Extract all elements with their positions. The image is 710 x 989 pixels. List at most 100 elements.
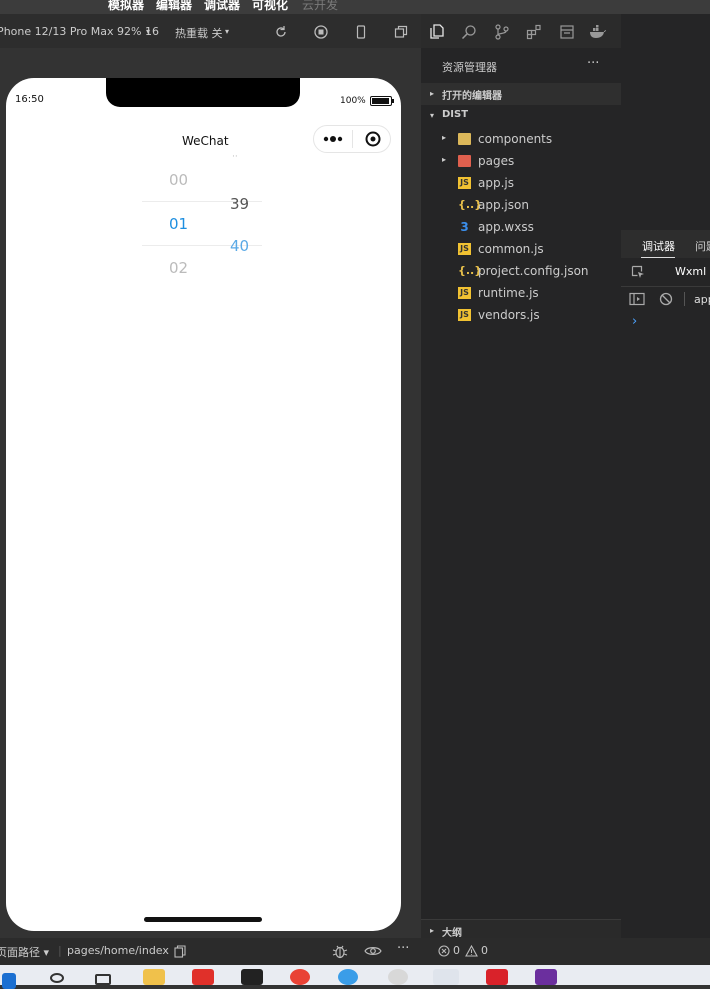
source-control-icon[interactable] — [494, 24, 510, 40]
tree-item-app-js[interactable]: JS app.js — [421, 172, 621, 194]
phone-icon[interactable] — [354, 25, 368, 39]
chevron-down-icon: ▾ — [430, 111, 435, 120]
stop-icon[interactable] — [314, 25, 328, 39]
picker-hour-item[interactable]: 00 — [169, 171, 188, 189]
detach-window-icon[interactable] — [394, 25, 408, 39]
app-gray-icon[interactable] — [388, 969, 408, 985]
menu-simulator[interactable]: 模拟器 — [108, 0, 144, 13]
explorer-title: 资源管理器 — [442, 61, 497, 74]
js-file-icon: JS — [458, 287, 471, 299]
tree-item-components[interactable]: ▸ components — [421, 128, 621, 150]
phone-notch — [106, 78, 300, 107]
browser-icon[interactable] — [338, 969, 358, 985]
file-explorer-icon[interactable] — [143, 969, 165, 985]
home-indicator — [144, 917, 262, 922]
devtools-separator — [684, 292, 685, 306]
tab-wxml[interactable]: Wxml — [675, 265, 706, 278]
status-divider: | — [58, 944, 62, 957]
chevron-down-icon: ▾ — [146, 27, 151, 36]
tree-item-pages[interactable]: ▸ pages — [421, 150, 621, 172]
picker-hour-item[interactable]: 02 — [169, 259, 188, 277]
page-path-label[interactable]: 页面路径 ▾ — [0, 944, 49, 960]
terminal-icon[interactable] — [241, 969, 263, 985]
task-view-icon[interactable] — [95, 974, 111, 985]
folder-icon — [458, 155, 471, 167]
error-icon[interactable] — [438, 945, 450, 957]
bug-icon[interactable] — [332, 944, 348, 959]
menu-editor[interactable]: 编辑器 — [156, 0, 192, 13]
app-red-icon[interactable] — [192, 969, 214, 985]
page-path-value: pages/home/index — [67, 944, 169, 957]
console-prompt[interactable]: › — [632, 314, 637, 329]
json-file-icon: {..} — [458, 198, 483, 211]
devtools-panel — [621, 14, 710, 938]
chevron-down-icon: ▾ — [225, 27, 230, 36]
error-count: 0 — [453, 944, 460, 957]
search-icon[interactable] — [461, 24, 477, 40]
js-file-icon: JS — [458, 177, 471, 189]
menu-capsule[interactable] — [313, 125, 391, 153]
simulator-toolbar: iPhone 12/13 Pro Max 92% 16 ▾ 热重载 关 ▾ — [0, 14, 421, 48]
files-icon[interactable] — [429, 24, 445, 40]
chrome-icon[interactable] — [290, 969, 310, 985]
picker-hour-selected[interactable]: 01 — [169, 215, 188, 233]
tree-item-app-json[interactable]: {..} app.json — [421, 194, 621, 216]
battery-icon — [370, 96, 392, 106]
tree-item-project-config[interactable]: {..} project.config.json — [421, 260, 621, 282]
css-file-icon: 3 — [460, 220, 469, 234]
extensions-icon[interactable] — [526, 24, 542, 40]
picker-minute-selected[interactable]: 40 — [230, 237, 249, 255]
phone-screen[interactable]: 16:50 100% WeChat ·· 00 39 01 40 02 — [6, 78, 401, 931]
refresh-icon[interactable] — [274, 25, 288, 39]
netease-music-icon[interactable] — [486, 969, 508, 985]
search-taskbar-icon[interactable] — [50, 973, 64, 983]
menu-bar: 模拟器 编辑器 调试器 可视化 云开发 — [0, 0, 710, 14]
nav-title: WeChat — [182, 134, 229, 148]
more-actions-icon[interactable]: ··· — [587, 56, 599, 71]
picker-minute-item[interactable]: 39 — [230, 195, 249, 213]
menu-visualize[interactable]: 可视化 — [252, 0, 288, 13]
hot-reload-toggle[interactable]: 热重载 关 — [175, 25, 223, 41]
more-icon[interactable]: ··· — [397, 941, 409, 956]
tree-item-runtime-js[interactable]: JS runtime.js — [421, 282, 621, 304]
phpstorm-icon[interactable] — [535, 969, 557, 985]
tree-item-app-wxss[interactable]: 3 app.wxss — [421, 216, 621, 238]
capsule-divider — [352, 130, 353, 148]
menu-debugger[interactable]: 调试器 — [204, 0, 240, 13]
inspect-element-icon[interactable] — [631, 265, 645, 279]
storage-icon[interactable] — [559, 24, 575, 40]
menu-cloud[interactable]: 云开发 — [302, 0, 338, 13]
sidebar-toggle-icon[interactable] — [629, 292, 645, 306]
section-dist[interactable]: ▾ DIST — [421, 105, 621, 127]
wechat-devtools-icon[interactable] — [433, 969, 459, 985]
chevron-right-icon: ▸ — [430, 926, 435, 935]
status-battery-text: 100% — [340, 96, 366, 106]
tab-debugger[interactable]: 调试器 — [642, 238, 675, 254]
console-context-select[interactable]: app — [694, 293, 710, 306]
picker-minute-partial: ·· — [232, 152, 238, 162]
json-file-icon: {..} — [458, 264, 483, 277]
devtools-tabbar: 调试器 问题 — [621, 230, 710, 258]
close-miniprogram-icon[interactable] — [365, 131, 381, 147]
docker-icon[interactable] — [589, 24, 607, 40]
js-file-icon: JS — [458, 243, 471, 255]
os-taskbar — [0, 965, 710, 989]
preview-eye-icon[interactable] — [364, 945, 382, 957]
warning-count: 0 — [481, 944, 488, 957]
tab-issues[interactable]: 问题 — [695, 238, 710, 254]
clear-console-icon[interactable] — [659, 292, 673, 306]
warning-icon[interactable] — [465, 945, 478, 957]
chevron-right-icon: ▸ — [442, 155, 447, 164]
folder-icon — [458, 133, 471, 145]
tree-item-vendors-js[interactable]: JS vendors.js — [421, 304, 621, 326]
devtools-divider — [621, 286, 710, 287]
explorer-panel: 资源管理器 ··· ▸ 打开的编辑器 ▾ DIST ▸ components ▸… — [421, 48, 621, 942]
more-dots-icon[interactable] — [323, 134, 345, 144]
copy-icon[interactable] — [174, 945, 186, 958]
tree-item-common-js[interactable]: JS common.js — [421, 238, 621, 260]
device-select[interactable]: iPhone 12/13 Pro Max 92% 16 — [0, 25, 159, 38]
activity-bar — [421, 14, 621, 48]
windows-start-icon[interactable] — [2, 973, 16, 989]
battery-tip-icon — [392, 99, 394, 103]
section-open-editors[interactable]: ▸ 打开的编辑器 — [421, 83, 621, 105]
